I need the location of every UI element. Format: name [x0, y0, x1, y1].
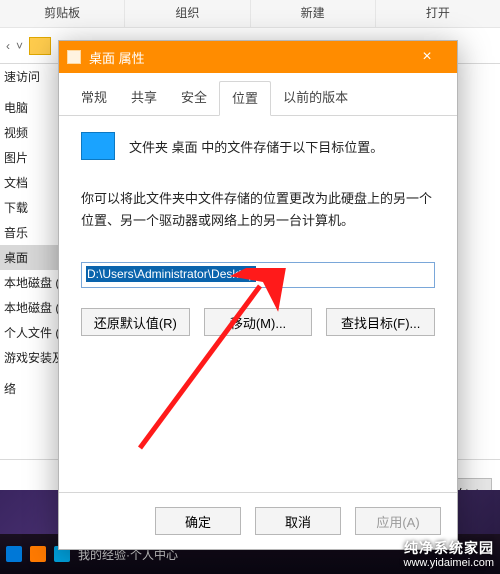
- path-input[interactable]: D:\Users\Administrator\Desktop: [81, 262, 435, 288]
- close-icon[interactable]: ×: [405, 41, 449, 73]
- tab-location[interactable]: 位置: [219, 81, 271, 116]
- tab-general[interactable]: 常规: [69, 81, 119, 115]
- nav-item-thispc[interactable]: 电脑: [0, 95, 60, 120]
- dialog-tabs: 常规 共享 安全 位置 以前的版本: [59, 73, 457, 116]
- taskbar-app-icon[interactable]: [30, 546, 46, 562]
- nav-item-videos[interactable]: 视频: [0, 120, 60, 145]
- nav-back-icon[interactable]: ‹: [6, 39, 10, 53]
- ribbon-group-new: 新建: [251, 0, 376, 27]
- nav-item-games[interactable]: 游戏安装及大: [0, 345, 60, 370]
- watermark: 纯净系统家园 www.yidaimei.com: [404, 540, 494, 570]
- watermark-text-en: www.yidaimei.com: [404, 557, 494, 570]
- find-target-button[interactable]: 查找目标(F)...: [326, 308, 435, 336]
- folder-large-icon: [81, 132, 115, 160]
- ribbon-group-clipboard: 剪贴板: [0, 0, 125, 27]
- restore-default-button[interactable]: 还原默认值(R): [81, 308, 190, 336]
- tab-previous-versions[interactable]: 以前的版本: [271, 81, 360, 115]
- tab-sharing[interactable]: 共享: [119, 81, 169, 115]
- path-input-value: D:\Users\Administrator\Desktop: [86, 266, 256, 282]
- dialog-titlebar[interactable]: 桌面 属性 ×: [59, 41, 457, 73]
- tab-security[interactable]: 安全: [169, 81, 219, 115]
- apply-button[interactable]: 应用(A): [355, 507, 441, 535]
- ribbon-group-organize: 组织: [125, 0, 250, 27]
- nav-item-drive-c[interactable]: 本地磁盘 (C:): [0, 270, 60, 295]
- move-button[interactable]: 移动(M)...: [204, 308, 313, 336]
- dialog-title-text: 桌面 属性: [89, 48, 145, 67]
- ribbon-group-open: 打开: [376, 0, 500, 27]
- folder-icon: [67, 50, 81, 64]
- folder-icon: [29, 37, 51, 55]
- nav-item-downloads[interactable]: 下载: [0, 195, 60, 220]
- taskbar-app-icon[interactable]: [6, 546, 22, 562]
- nav-item-quickaccess[interactable]: 速访问: [0, 64, 60, 89]
- cancel-button[interactable]: 取消: [255, 507, 341, 535]
- ok-button[interactable]: 确定: [155, 507, 241, 535]
- location-heading-text: 文件夹 桌面 中的文件存储于以下目标位置。: [129, 137, 383, 156]
- nav-dropdown-icon[interactable]: ˅: [16, 39, 23, 53]
- nav-item-documents[interactable]: 文档: [0, 170, 60, 195]
- nav-item-drive-d[interactable]: 本地磁盘 (D:): [0, 295, 60, 320]
- nav-item-network[interactable]: 络: [0, 376, 60, 401]
- watermark-text-cn: 纯净系统家园: [404, 540, 494, 557]
- nav-item-drive-e[interactable]: 个人文件 (E:): [0, 320, 60, 345]
- nav-item-desktop[interactable]: 桌面: [0, 245, 60, 270]
- dialog-footer: 确定 取消 应用(A): [59, 492, 457, 549]
- location-description-text: 你可以将此文件夹中文件存储的位置更改为此硬盘上的另一个位置、另一个驱动器或网络上…: [81, 188, 435, 232]
- explorer-ribbon-groups: 剪贴板 组织 新建 打开: [0, 0, 500, 28]
- nav-item-music[interactable]: 音乐: [0, 220, 60, 245]
- properties-dialog: 桌面 属性 × 常规 共享 安全 位置 以前的版本 文件夹 桌面 中的文件存储于…: [58, 40, 458, 550]
- nav-item-pictures[interactable]: 图片: [0, 145, 60, 170]
- dialog-body: 文件夹 桌面 中的文件存储于以下目标位置。 你可以将此文件夹中文件存储的位置更改…: [59, 116, 457, 336]
